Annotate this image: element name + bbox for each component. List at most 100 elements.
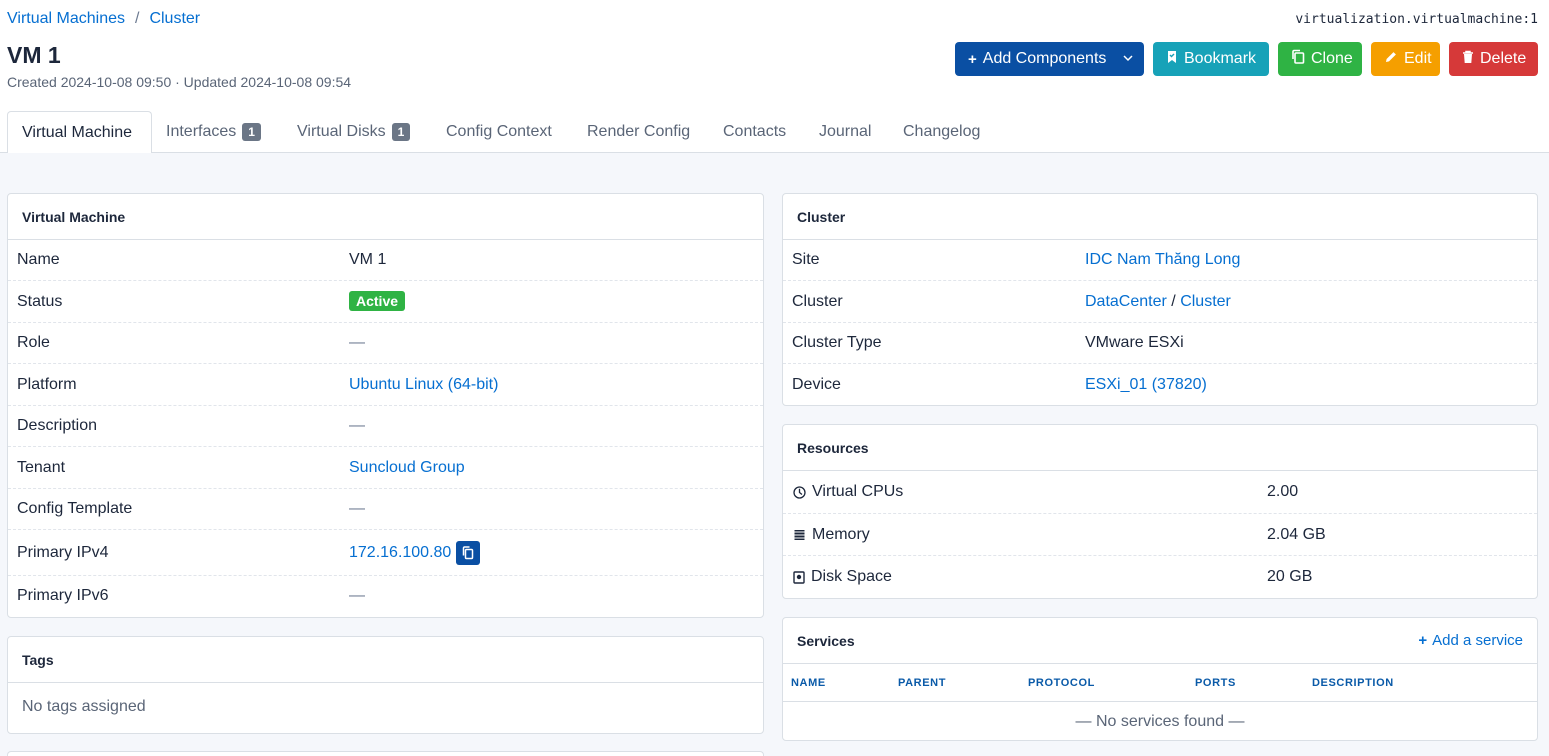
action-buttons: + Add Components Bookmark Clone Edit Del… — [955, 42, 1538, 76]
table-row: Name VM 1 — [8, 240, 763, 281]
table-row: Description — — [8, 406, 763, 447]
cluster-group-link[interactable]: DataCenter — [1085, 293, 1167, 310]
services-card-header: Services + Add a service — [783, 618, 1537, 664]
next-card — [7, 751, 764, 756]
tab-journal-label: Journal — [819, 123, 872, 140]
bookmark-icon — [1166, 50, 1178, 69]
tab-virtual-disks[interactable]: Virtual Disks 1 — [283, 111, 424, 153]
cluster-card: Cluster Site IDC Nam Thăng Long Cluster … — [782, 193, 1538, 406]
status-label: Status — [17, 292, 63, 310]
breadcrumb-cluster[interactable]: Cluster — [149, 10, 200, 28]
object-identifier: virtualization.virtualmachine:1 — [1295, 12, 1538, 27]
virtual-cpus-value: 2.00 — [1267, 483, 1299, 500]
cluster-link[interactable]: Cluster — [1180, 293, 1231, 310]
table-row: Device ESXi_01 (37820) — [783, 364, 1537, 405]
cluster-label: Cluster — [792, 292, 843, 310]
bookmark-button[interactable]: Bookmark — [1153, 42, 1269, 76]
virtual-machine-card: Virtual Machine Name VM 1 Status Active … — [7, 193, 764, 618]
page-meta: Created 2024-10-08 09:50 · Updated 2024-… — [7, 74, 352, 90]
copy-icon[interactable] — [456, 540, 481, 565]
tab-contacts[interactable]: Contacts — [709, 111, 800, 153]
name-value: VM 1 — [349, 251, 387, 268]
chevron-down-icon — [1123, 53, 1133, 65]
primary-ipv4-link[interactable]: 172.16.100.80 — [349, 544, 451, 562]
pencil-icon — [1384, 50, 1398, 69]
device-label: Device — [792, 375, 841, 393]
main-content: Virtual Machine Name VM 1 Status Active … — [0, 153, 1549, 756]
delete-label: Delete — [1480, 50, 1527, 67]
table-row: Status Active — [8, 281, 763, 323]
col-name[interactable]: NAME — [791, 677, 826, 689]
tab-changelog[interactable]: Changelog — [889, 111, 994, 153]
cluster-type-value: VMware ESXi — [1085, 334, 1184, 351]
col-description[interactable]: DESCRIPTION — [1312, 677, 1394, 689]
services-table-header: NAME PARENT PROTOCOL PORTS DESCRIPTION — [783, 664, 1537, 702]
device-link[interactable]: ESXi_01 (37820) — [1085, 376, 1207, 394]
name-label: Name — [17, 251, 60, 268]
disk-icon — [793, 570, 805, 584]
memory-value: 2.04 GB — [1267, 525, 1326, 543]
table-row: Role — — [8, 323, 763, 364]
memory-icon — [793, 529, 806, 541]
status-badge: Active — [349, 290, 406, 311]
tab-journal[interactable]: Journal — [805, 111, 885, 153]
add-service-link[interactable]: + Add a service — [1418, 632, 1523, 649]
resources-card-title: Resources — [783, 425, 1537, 471]
breadcrumb-virtual-machines[interactable]: Virtual Machines — [7, 10, 125, 28]
plus-icon: + — [968, 50, 977, 68]
table-row: Disk Space 20 GB — [783, 556, 1537, 598]
delete-button[interactable]: Delete — [1449, 42, 1538, 76]
col-parent[interactable]: PARENT — [898, 677, 946, 689]
table-row: Cluster Type VMware ESXi — [783, 323, 1537, 364]
tab-config-context[interactable]: Config Context — [432, 111, 566, 153]
table-row: Virtual CPUs 2.00 — [783, 471, 1537, 514]
virtual-disks-count-badge: 1 — [391, 123, 411, 141]
clone-button[interactable]: Clone — [1278, 42, 1362, 76]
clone-label: Clone — [1311, 50, 1353, 67]
tab-interfaces[interactable]: Interfaces 1 — [152, 111, 275, 153]
role-value: — — [349, 334, 365, 351]
tab-interfaces-label: Interfaces — [166, 123, 237, 140]
tenant-label: Tenant — [17, 458, 66, 476]
add-components-button[interactable]: + Add Components — [955, 42, 1144, 76]
tags-card: Tags No tags assigned — [7, 636, 764, 734]
table-row: Config Template — — [8, 489, 763, 530]
virtual-machine-card-title: Virtual Machine — [8, 194, 763, 240]
tab-contacts-label: Contacts — [723, 123, 787, 140]
tab-virtual-machine[interactable]: Virtual Machine — [7, 111, 152, 154]
plus-icon: + — [1418, 632, 1428, 649]
col-ports[interactable]: PORTS — [1195, 677, 1236, 689]
table-row: Cluster DataCenter / Cluster — [783, 281, 1537, 323]
edit-button[interactable]: Edit — [1371, 42, 1440, 76]
tenant-link[interactable]: Suncloud Group — [349, 459, 465, 477]
tab-virtual-machine-label: Virtual Machine — [22, 123, 132, 141]
platform-link[interactable]: Ubuntu Linux (64-bit) — [349, 376, 498, 394]
config-template-label: Config Template — [17, 500, 133, 517]
table-row: Tenant Suncloud Group — [8, 447, 763, 489]
add-components-label: Add Components — [982, 50, 1107, 67]
tags-empty-text: No tags assigned — [22, 698, 146, 715]
table-row: Site IDC Nam Thăng Long — [783, 240, 1537, 281]
role-label: Role — [17, 334, 50, 351]
bookmark-label: Bookmark — [1184, 50, 1257, 67]
memory-label: Memory — [812, 525, 870, 543]
col-protocol[interactable]: PROTOCOL — [1028, 677, 1095, 689]
description-label: Description — [17, 417, 98, 434]
site-label: Site — [792, 251, 820, 268]
config-template-value: — — [349, 500, 365, 517]
table-row: Primary IPv6 — — [8, 576, 763, 616]
tab-changelog-label: Changelog — [903, 123, 981, 140]
add-service-label: Add a service — [1432, 632, 1523, 649]
table-row: Primary IPv4 172.16.100.80 — [8, 530, 763, 576]
site-link[interactable]: IDC Nam Thăng Long — [1085, 251, 1240, 269]
cluster-separator: / — [1171, 292, 1176, 310]
description-value: — — [349, 417, 365, 434]
table-row: Platform Ubuntu Linux (64-bit) — [8, 364, 763, 406]
disk-space-value: 20 GB — [1267, 568, 1313, 585]
services-empty-text: — No services found — — [1075, 713, 1245, 730]
table-row: Memory 2.04 GB — [783, 514, 1537, 556]
tab-render-config[interactable]: Render Config — [573, 111, 704, 153]
trash-icon — [1462, 50, 1474, 69]
tab-virtual-disks-label: Virtual Disks — [297, 123, 386, 140]
primary-ipv6-label: Primary IPv6 — [17, 587, 109, 604]
